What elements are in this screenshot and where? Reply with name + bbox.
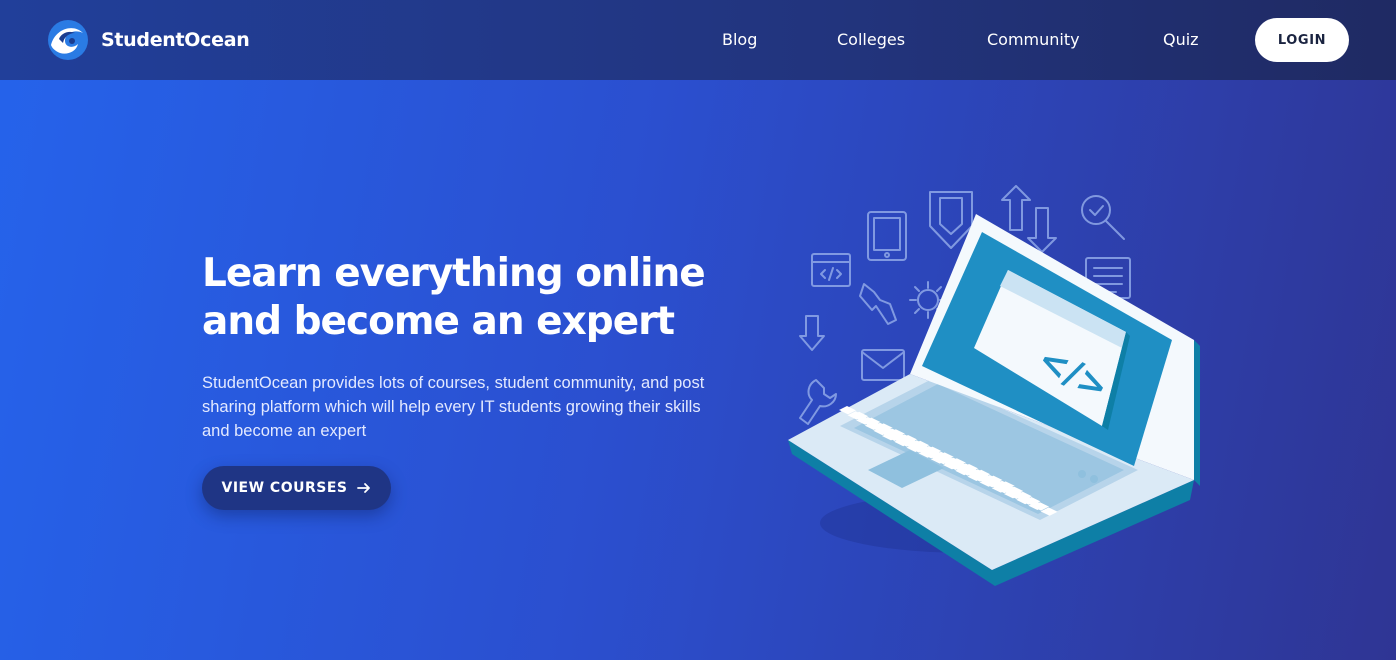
nav-link-community[interactable]: Community [987,28,1080,52]
view-courses-button[interactable]: VIEW COURSES [202,466,391,510]
main-nav: Blog Colleges Community Quiz [0,28,1396,52]
nav-link-blog[interactable]: Blog [722,28,757,52]
hero-description: StudentOcean provides lots of courses, s… [202,374,705,440]
hero-title-line-1: Learn everything online [202,251,706,296]
nav-link-quiz[interactable]: Quiz [1163,28,1199,52]
pointer-hand-icon [859,283,897,325]
arrow-down-icon [799,315,825,351]
view-courses-label: VIEW COURSES [221,480,348,496]
nav-link-colleges[interactable]: Colleges [837,28,905,52]
hero-title-line-2: and become an expert [202,299,675,344]
code-window-icon [811,253,851,287]
tablet-icon [867,211,907,261]
hero-title: Learn everything online and become an ex… [202,250,722,346]
login-button[interactable]: LOGIN [1255,18,1349,62]
arrow-right-icon [357,483,371,493]
envelope-icon [861,349,905,381]
laptop-illustration: </> [788,185,1200,586]
navbar: StudentOcean Blog Colleges Community Qui… [0,0,1396,80]
magnifier-check-icon [1081,195,1125,240]
